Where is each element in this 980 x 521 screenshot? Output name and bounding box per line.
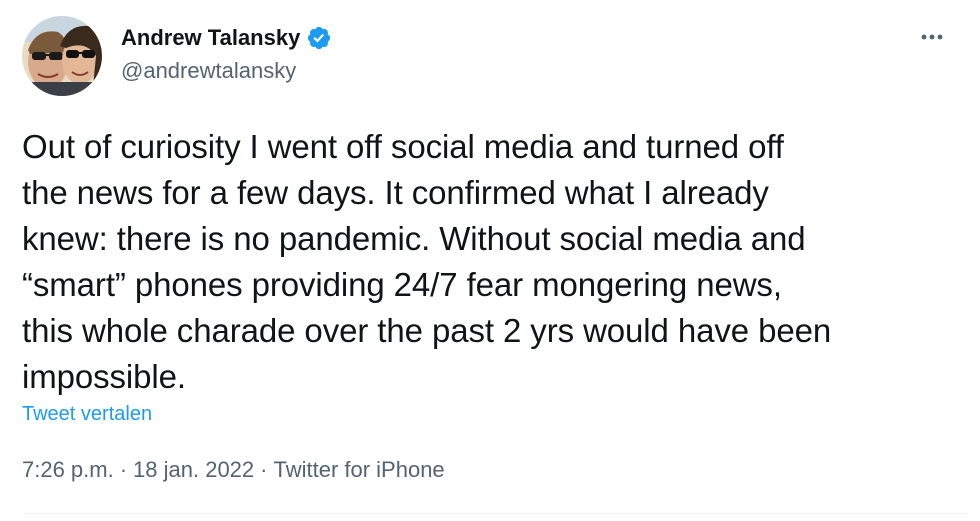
author-name-row: Andrew Talansky	[121, 23, 332, 53]
meta-separator: ·	[260, 457, 268, 482]
avatar[interactable]	[22, 16, 102, 96]
more-dots-icon	[921, 34, 943, 40]
meta-separator: ·	[119, 457, 128, 482]
tweet-time[interactable]: 7:26 p.m.	[22, 457, 114, 483]
tweet-meta: 7:26 p.m. · 18 jan. 2022 · Twitter for i…	[22, 455, 445, 485]
author-handle[interactable]: @andrewtalansky	[121, 56, 296, 86]
profile-photo-icon	[22, 16, 102, 96]
divider	[22, 513, 970, 514]
tweet-source[interactable]: Twitter for iPhone	[273, 457, 444, 483]
translate-tweet-link[interactable]: Tweet vertalen	[22, 400, 152, 428]
verified-badge-icon[interactable]	[306, 25, 332, 51]
tweet-date[interactable]: 18 jan. 2022	[133, 457, 254, 483]
tweet-text: Out of curiosity I went off social media…	[22, 128, 832, 395]
more-options-button[interactable]	[912, 22, 952, 52]
author-name[interactable]: Andrew Talansky	[121, 23, 300, 53]
tweet-card: Andrew Talansky @andrewtalansky Out of c…	[0, 0, 980, 521]
